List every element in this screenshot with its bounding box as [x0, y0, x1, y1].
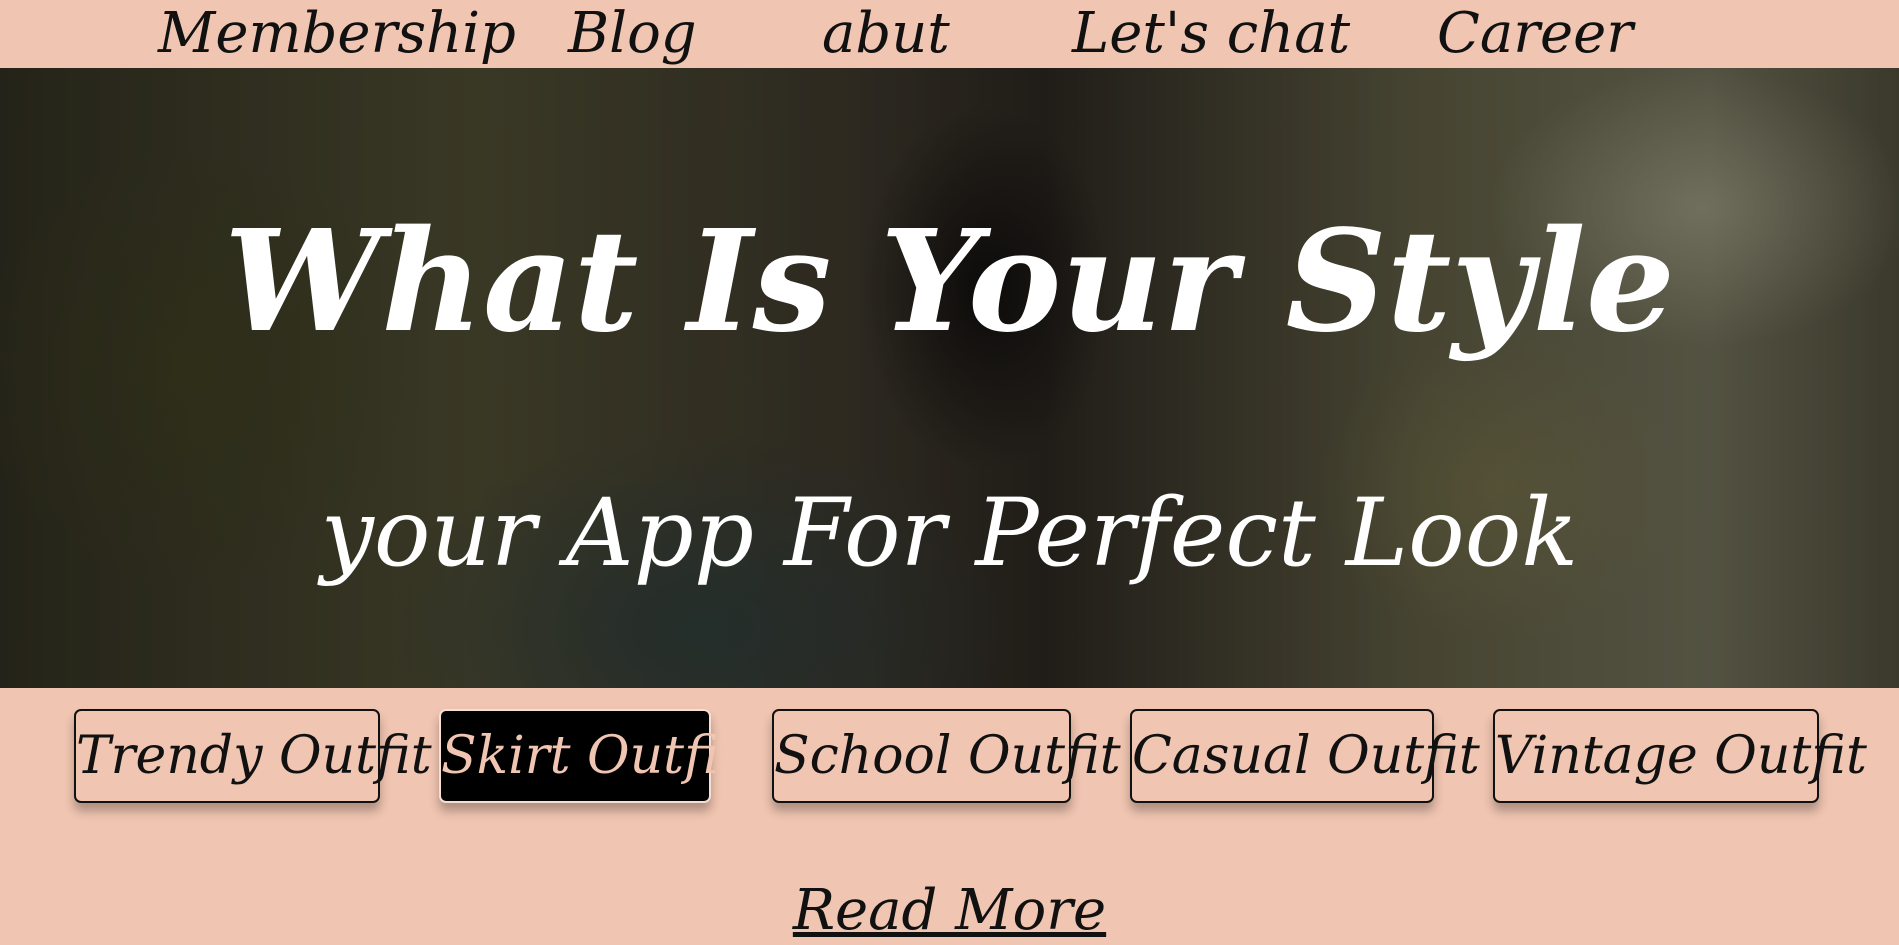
skirt-outfit-button[interactable]: Skirt Outfit: [439, 709, 740, 803]
nav-about-link[interactable]: abut: [822, 0, 950, 68]
hero-banner: What Is Your Style your App For Perfect …: [0, 68, 1899, 688]
hero-subtitle: your App For Perfect Look: [320, 479, 1579, 588]
school-outfit-button[interactable]: School Outfit: [772, 709, 1121, 803]
casual-outfit-button[interactable]: Casual Outfit: [1130, 709, 1480, 803]
vintage-outfit-button[interactable]: Vintage Outfit: [1493, 709, 1867, 803]
hero-title: What Is Your Style: [224, 200, 1675, 364]
hero-background-image: [0, 68, 1899, 688]
nav-blog-link[interactable]: Blog: [568, 0, 697, 68]
trendy-outfit-button[interactable]: Trendy Outfit: [74, 709, 432, 803]
top-navigation: Membership Blog abut Let's chat Career: [0, 0, 1899, 68]
nav-career-link[interactable]: Career: [1437, 0, 1633, 68]
read-more-link[interactable]: Read More: [0, 878, 1899, 943]
nav-membership-link[interactable]: Membership: [158, 0, 516, 68]
nav-lets-chat-link[interactable]: Let's chat: [1072, 0, 1350, 68]
